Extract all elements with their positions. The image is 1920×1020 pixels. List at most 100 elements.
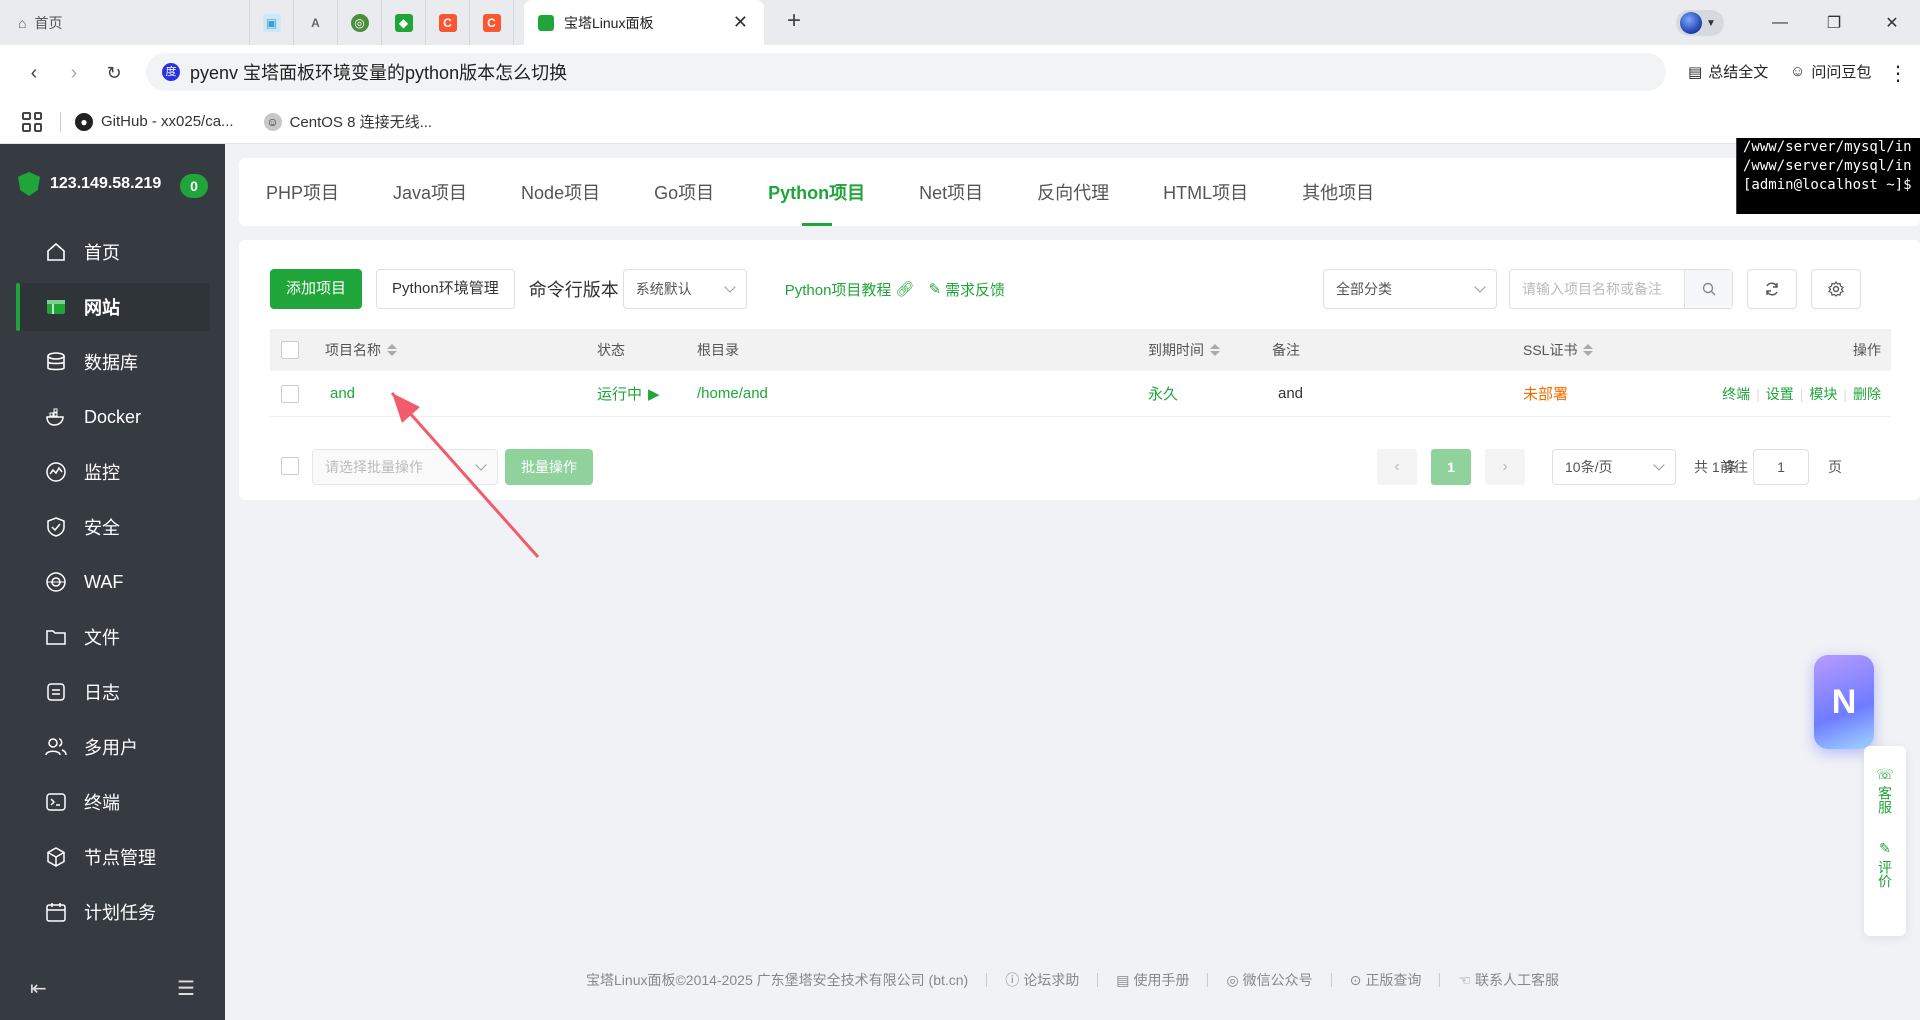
customer-service-button[interactable]: ☏ 客服 <box>1876 766 1894 814</box>
sidebar-item-waf[interactable]: WAF <box>16 558 210 606</box>
sidebar-item-terminal[interactable]: 终端 <box>16 778 210 826</box>
tab-html[interactable]: HTML项目 <box>1136 158 1275 226</box>
batch-action-button[interactable]: 批量操作 <box>505 449 593 485</box>
more-menu-icon[interactable]: ⋮ <box>1888 61 1908 86</box>
sidebar-item-users[interactable]: 多用户 <box>16 723 210 771</box>
sidebar-item-cron[interactable]: 计划任务 <box>16 888 210 936</box>
remark-value[interactable]: and <box>1278 371 1303 416</box>
tab-python[interactable]: Python项目 <box>741 158 892 226</box>
col-expire[interactable]: 到期时间 <box>1148 329 1220 371</box>
status-running[interactable]: 运行中 ▶ <box>597 371 660 416</box>
omnibox[interactable]: 度 pyenv 宝塔面板环境变量的python版本怎么切换 <box>146 53 1666 91</box>
category-select[interactable]: 全部分类 <box>1323 269 1497 309</box>
refresh-button[interactable] <box>1747 269 1797 309</box>
forward-button[interactable]: › <box>60 59 88 87</box>
col-remark: 备注 <box>1272 342 1300 358</box>
goto-page-input[interactable]: 1 <box>1753 449 1809 485</box>
summary-button[interactable]: ▤ 总结全文 <box>1688 61 1768 82</box>
message-badge[interactable]: 0 <box>180 174 208 198</box>
tab-active[interactable]: 宝塔Linux面板 ✕ <box>524 0 764 45</box>
collapse-menu-icon[interactable]: ⇤ <box>30 976 47 1001</box>
page-number-current[interactable]: 1 <box>1431 449 1471 485</box>
sidebar-item-label: Docker <box>84 406 142 427</box>
tab-pinned-1[interactable]: ▣ <box>250 0 294 45</box>
env-manage-button[interactable]: Python环境管理 <box>376 269 515 309</box>
tab-pinned-3[interactable]: ◎ <box>338 0 382 45</box>
footer-link-forum[interactable]: ⓘ 论坛求助 <box>1005 970 1079 990</box>
ask-button[interactable]: ☺ 问问豆包 <box>1790 61 1871 82</box>
close-window-button[interactable]: ✕ <box>1864 0 1920 45</box>
profile-button[interactable]: ▼ <box>1676 10 1724 36</box>
tab-node[interactable]: Node项目 <box>494 158 627 226</box>
bookmark-label: CentOS 8 连接无线... <box>289 114 433 131</box>
reload-button[interactable]: ↻ <box>100 59 128 87</box>
prev-page-button[interactable]: ‹ <box>1377 449 1417 485</box>
sidebar-item-nodes[interactable]: 节点管理 <box>16 833 210 881</box>
select-all-checkbox[interactable] <box>281 329 299 371</box>
search-input[interactable]: 请输入项目名称或备注 <box>1510 279 1684 299</box>
sidebar-item-database[interactable]: 数据库 <box>16 338 210 386</box>
bookmark-centos[interactable]: ☺ CentOS 8 连接无线... <box>263 111 433 132</box>
project-type-tabs: PHP项目 Java项目 Node项目 Go项目 Python项目 Net项目 … <box>239 158 1920 226</box>
tab-php[interactable]: PHP项目 <box>239 158 366 226</box>
sidebar-item-security[interactable]: 安全 <box>16 503 210 551</box>
sidebar-item-monitor[interactable]: 监控 <box>16 448 210 496</box>
page-size-select[interactable]: 10条/页 <box>1552 449 1676 485</box>
settings-action[interactable]: 设置 <box>1766 384 1794 404</box>
modules-action[interactable]: 模块 <box>1809 384 1837 404</box>
new-tab-button[interactable]: + <box>780 8 808 36</box>
bookmark-label: GitHub - xx025/ca... <box>101 113 234 130</box>
ai-assistant-icon[interactable]: N <box>1814 655 1874 749</box>
ssl-status[interactable]: 未部署 <box>1523 371 1568 416</box>
terminal-action[interactable]: 终端 <box>1722 384 1750 404</box>
terminal-overlay[interactable]: /www/server/mysql/in/www/server/mysql/in… <box>1736 138 1920 214</box>
project-name-link[interactable]: and <box>330 371 355 416</box>
tab-pinned-4[interactable]: ◆ <box>382 0 426 45</box>
cmd-version-select[interactable]: 系统默认 <box>622 269 747 309</box>
footer-link-wechat[interactable]: ◎ 微信公众号 <box>1226 970 1312 990</box>
add-project-button[interactable]: 添加项目 <box>270 269 363 309</box>
list-menu-icon[interactable]: ☰ <box>177 976 195 1001</box>
app-icon: ▣ <box>262 13 281 32</box>
col-name[interactable]: 项目名称 <box>325 329 397 371</box>
close-icon[interactable]: ✕ <box>733 12 748 33</box>
tab-go[interactable]: Go项目 <box>627 158 741 226</box>
sidebar-item-website[interactable]: 网站 <box>16 283 210 331</box>
sidebar-item-label: 文件 <box>84 628 120 648</box>
tutorial-link[interactable]: Python项目教程 🔗︎ <box>785 279 915 300</box>
next-page-button[interactable]: › <box>1485 449 1525 485</box>
tab-pinned-2[interactable]: A <box>294 0 338 45</box>
tab-pinned-5[interactable]: C <box>426 0 470 45</box>
bookmark-github[interactable]: ● GitHub - xx025/ca... <box>75 112 234 131</box>
root-dir-link[interactable]: /home/and <box>697 371 768 416</box>
settings-button[interactable] <box>1811 269 1861 309</box>
sidebar-item-logs[interactable]: 日志 <box>16 668 210 716</box>
tab-net[interactable]: Net项目 <box>892 158 1010 226</box>
tab-home[interactable]: ⌂ 首页 <box>0 0 250 45</box>
footer-link-license[interactable]: ⊙ 正版查询 <box>1350 970 1422 990</box>
footer-link-support[interactable]: ☜ 联系人工客服 <box>1458 970 1559 990</box>
delete-action[interactable]: 删除 <box>1853 384 1881 404</box>
minimize-button[interactable]: — <box>1752 0 1808 45</box>
panel-page: 123.149.58.219 0 首页 网站 数据库 Docker 监控 安全 … <box>0 144 1920 1020</box>
expire-value[interactable]: 永久 <box>1148 371 1178 416</box>
footer-link-manual[interactable]: ▤ 使用手册 <box>1116 970 1189 990</box>
batch-action-select[interactable]: 请选择批量操作 <box>312 449 498 485</box>
sidebar-item-home[interactable]: 首页 <box>16 228 210 276</box>
batch-checkbox[interactable] <box>281 445 299 487</box>
sidebar-item-files[interactable]: 文件 <box>16 613 210 661</box>
col-ssl[interactable]: SSL证书 <box>1523 329 1594 371</box>
server-info[interactable]: 123.149.58.219 <box>18 172 161 196</box>
apps-grid-icon[interactable] <box>22 111 42 132</box>
tab-other[interactable]: 其他项目 <box>1275 158 1401 226</box>
restore-button[interactable]: ❐ <box>1806 0 1862 45</box>
tab-pinned-6[interactable]: C <box>470 0 514 45</box>
tab-java[interactable]: Java项目 <box>366 158 494 226</box>
tab-reverse-proxy[interactable]: 反向代理 <box>1010 158 1136 226</box>
review-button[interactable]: ✎ 评价 <box>1877 840 1893 888</box>
feedback-link[interactable]: ✎ 需求反馈 <box>928 279 1005 300</box>
sidebar-item-docker[interactable]: Docker <box>16 393 210 441</box>
back-button[interactable]: ‹ <box>20 59 48 87</box>
row-checkbox[interactable] <box>281 371 299 416</box>
search-button[interactable] <box>1684 270 1732 308</box>
